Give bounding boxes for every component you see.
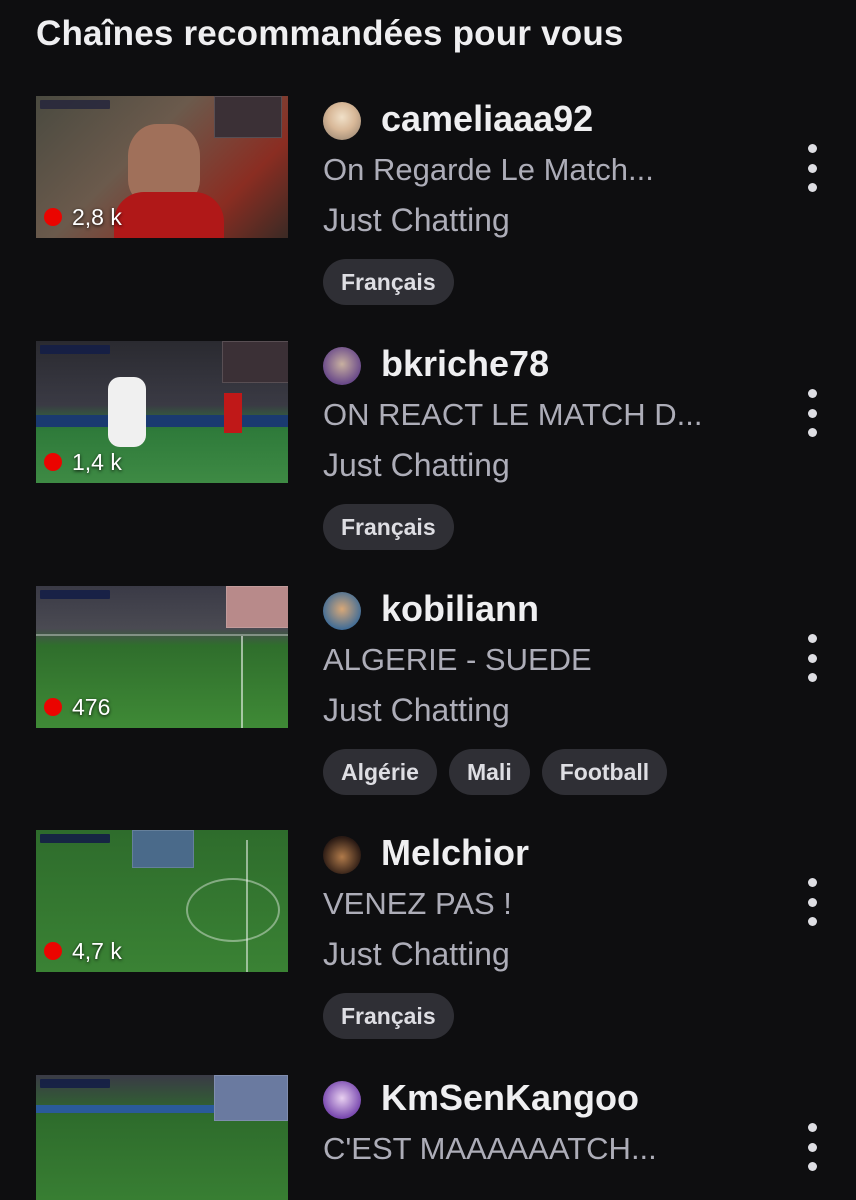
- avatar[interactable]: [323, 1081, 361, 1119]
- more-options-icon[interactable]: [800, 1123, 824, 1171]
- avatar[interactable]: [323, 347, 361, 385]
- stream-title[interactable]: ALGERIE - SUEDE: [323, 642, 592, 678]
- stream-title[interactable]: ON REACT LE MATCH D...: [323, 397, 703, 433]
- stream-title[interactable]: On Regarde Le Match...: [323, 152, 654, 188]
- viewer-count: 4,7 k: [44, 936, 122, 966]
- viewer-count-label: 1,4 k: [72, 448, 122, 475]
- viewer-count-label: 2,8 k: [72, 203, 122, 230]
- stream-title[interactable]: C'EST MAAAAAATCH...: [323, 1131, 657, 1167]
- avatar[interactable]: [323, 592, 361, 630]
- channel-card[interactable]: 4,7 k Melchior VENEZ PAS ! Just Chatting…: [0, 830, 856, 1060]
- avatar[interactable]: [323, 102, 361, 140]
- avatar[interactable]: [323, 836, 361, 874]
- stream-thumbnail[interactable]: 476: [36, 586, 288, 728]
- more-options-icon[interactable]: [800, 634, 824, 682]
- tag[interactable]: Français: [323, 259, 454, 305]
- channel-card[interactable]: 476 kobiliann ALGERIE - SUEDE Just Chatt…: [0, 586, 856, 816]
- tag[interactable]: Mali: [448, 749, 530, 795]
- channel-card[interactable]: 2,8 k cameliaaa92 On Regarde Le Match...…: [0, 96, 856, 326]
- viewer-count: 1,4 k: [44, 447, 122, 477]
- viewer-count: 476: [44, 692, 110, 722]
- channel-card[interactable]: KmSenKangoo C'EST MAAAAAATCH...: [0, 1075, 856, 1200]
- tag-list: Français: [323, 993, 454, 1039]
- channel-name[interactable]: Melchior: [381, 832, 529, 874]
- channel-card[interactable]: 1,4 k bkriche78 ON REACT LE MATCH D... J…: [0, 341, 856, 571]
- stream-category[interactable]: Just Chatting: [323, 692, 510, 729]
- viewer-count-label: 476: [72, 693, 111, 720]
- more-options-icon[interactable]: [800, 389, 824, 437]
- tag-list: Français: [323, 259, 454, 305]
- live-indicator-icon: [44, 208, 62, 226]
- viewer-count-label: 4,7 k: [72, 937, 122, 964]
- viewer-count: 2,8 k: [44, 202, 122, 232]
- tag[interactable]: Football: [541, 749, 668, 795]
- stream-category[interactable]: Just Chatting: [323, 936, 510, 973]
- stream-thumbnail[interactable]: 4,7 k: [36, 830, 288, 972]
- channel-name[interactable]: KmSenKangoo: [381, 1077, 639, 1119]
- tag[interactable]: Français: [323, 993, 454, 1039]
- more-options-icon[interactable]: [800, 878, 824, 926]
- live-indicator-icon: [44, 453, 62, 471]
- stream-thumbnail[interactable]: [36, 1075, 288, 1200]
- section-title: Chaînes recommandées pour vous: [36, 14, 624, 53]
- tag[interactable]: Algérie: [323, 749, 437, 795]
- channel-name[interactable]: bkriche78: [381, 343, 549, 385]
- stream-thumbnail[interactable]: 1,4 k: [36, 341, 288, 483]
- live-indicator-icon: [44, 698, 62, 716]
- tag[interactable]: Français: [323, 504, 454, 550]
- tag-list: Algérie Mali Football: [323, 749, 668, 795]
- live-indicator-icon: [44, 942, 62, 960]
- channel-name[interactable]: cameliaaa92: [381, 98, 593, 140]
- more-options-icon[interactable]: [800, 144, 824, 192]
- stream-category[interactable]: Just Chatting: [323, 447, 510, 484]
- channel-name[interactable]: kobiliann: [381, 588, 539, 630]
- tag-list: Français: [323, 504, 454, 550]
- stream-thumbnail[interactable]: 2,8 k: [36, 96, 288, 238]
- stream-category[interactable]: Just Chatting: [323, 202, 510, 239]
- stream-title[interactable]: VENEZ PAS !: [323, 886, 512, 922]
